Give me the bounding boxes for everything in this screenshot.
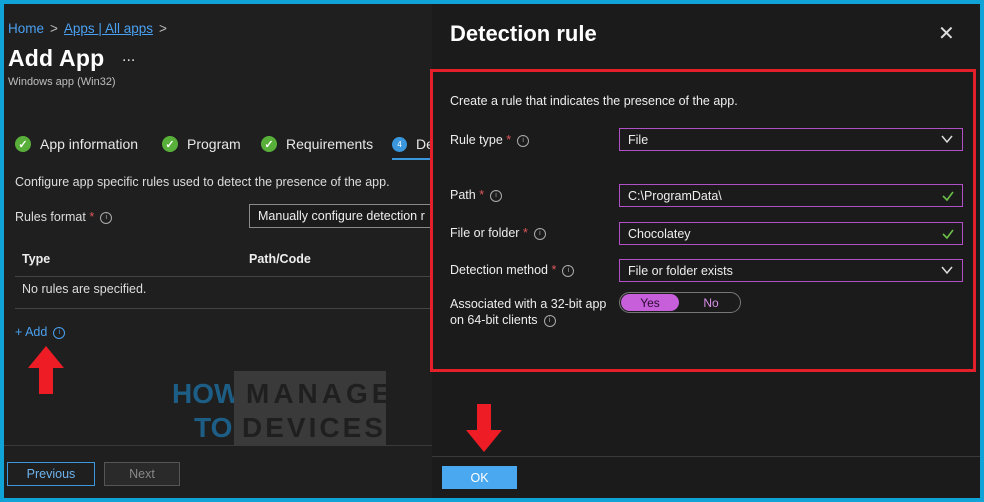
breadcrumb: Home > Apps | All apps > — [8, 21, 173, 36]
add-app-page: Home > Apps | All apps > Add App ... Window… — [4, 4, 449, 498]
section-description: Configure app specific rules used to det… — [15, 175, 390, 189]
required-marker: * — [89, 210, 95, 224]
associated-32bit-label: Associated with a 32-bit app on 64-bit c… — [450, 296, 606, 328]
table-bottom-divider — [15, 308, 432, 309]
path-label-text: Path — [450, 188, 476, 202]
rules-format-label: Rules format * i — [15, 210, 113, 224]
required-marker: * — [506, 133, 512, 147]
more-options-icon[interactable]: ... — [122, 48, 135, 66]
empty-table-message: No rules are specified. — [22, 282, 147, 296]
next-button[interactable]: Next — [104, 462, 180, 486]
detection-rule-panel: Detection rule ✕ Create a rule that indi… — [430, 4, 980, 498]
breadcrumb-separator: > — [158, 21, 167, 36]
breadcrumb-separator: > — [50, 21, 58, 36]
panel-intro: Create a rule that indicates the presenc… — [450, 94, 738, 108]
footer-divider — [4, 445, 432, 446]
file-or-folder-label: File or folder * i — [450, 225, 546, 241]
close-icon[interactable]: ✕ — [938, 24, 955, 44]
logo-manage: MANAGE — [246, 378, 386, 409]
add-rule-label: + Add — [15, 325, 48, 339]
info-icon[interactable]: i — [53, 326, 66, 339]
column-header-path-code: Path/Code — [249, 252, 311, 266]
file-or-folder-label-text: File or folder — [450, 226, 520, 240]
info-icon[interactable]: i — [543, 314, 556, 327]
rule-type-value: File — [628, 133, 649, 147]
step-label: Program — [187, 136, 241, 152]
add-rule-link[interactable]: + Add i — [15, 325, 66, 339]
ok-button[interactable]: OK — [442, 466, 517, 489]
toggle-no-option[interactable]: No — [682, 294, 740, 311]
detection-method-value: File or folder exists — [628, 264, 733, 278]
how-to-manage-devices-logo: HOW TO MANAGE DEVICES — [172, 371, 386, 445]
step-label: Requirements — [286, 136, 374, 152]
chevron-down-icon — [941, 266, 953, 275]
detection-method-select[interactable]: File or folder exists — [619, 259, 963, 282]
step-number-badge: 4 — [392, 136, 407, 152]
logo-how: HOW — [172, 378, 241, 409]
breadcrumb-apps[interactable]: Apps | All apps — [64, 21, 153, 36]
associated-32bit-label-line1: Associated with a 32-bit app — [450, 297, 607, 311]
required-marker: * — [479, 188, 485, 202]
toggle-yes-option[interactable]: Yes — [621, 294, 679, 311]
info-icon[interactable]: i — [100, 211, 113, 224]
step-program[interactable]: ✓ Program — [162, 134, 241, 154]
logo-to: TO — [194, 412, 232, 443]
panel-title: Detection rule — [450, 21, 597, 46]
check-circle-icon: ✓ — [162, 136, 178, 152]
breadcrumb-home[interactable]: Home — [8, 21, 44, 36]
detection-method-label-text: Detection method — [450, 263, 548, 277]
panel-footer-divider — [432, 456, 980, 457]
current-step-indicator — [392, 158, 432, 160]
screenshot-frame: Home > Apps | All apps > Add App ... Window… — [4, 4, 980, 498]
file-or-folder-input[interactable]: Chocolatey — [619, 222, 963, 245]
detection-method-label: Detection method * i — [450, 262, 575, 278]
logo-devices: DEVICES — [242, 412, 386, 443]
check-circle-icon: ✓ — [15, 136, 31, 152]
checkmark-icon — [942, 191, 954, 202]
step-label: App information — [40, 136, 139, 152]
associated-32bit-label-line2: on 64-bit clients — [450, 313, 538, 327]
path-label: Path * i — [450, 187, 503, 203]
step-requirements[interactable]: ✓ Requirements — [261, 134, 373, 154]
rule-type-label-text: Rule type — [450, 133, 503, 147]
rule-type-select[interactable]: File — [619, 128, 963, 151]
check-circle-icon: ✓ — [261, 136, 277, 152]
rule-type-label: Rule type * i — [450, 132, 530, 148]
page-title: Add App — [8, 45, 105, 71]
info-icon[interactable]: i — [562, 264, 575, 277]
previous-button[interactable]: Previous — [7, 462, 95, 486]
arrow-down-icon — [466, 404, 502, 452]
rules-format-select[interactable]: Manually configure detection r — [249, 204, 449, 228]
step-app-information[interactable]: ✓ App information — [15, 134, 138, 154]
arrow-up-icon — [28, 346, 64, 394]
path-input[interactable]: C:\ProgramData\ — [619, 184, 963, 207]
table-header-divider — [15, 276, 432, 277]
step-detection-rules[interactable]: 4 De — [392, 134, 434, 154]
required-marker: * — [522, 226, 528, 240]
page-subtitle: Windows app (Win32) — [8, 76, 116, 88]
info-icon[interactable]: i — [490, 189, 503, 202]
required-marker: * — [551, 263, 557, 277]
path-value: C:\ProgramData\ — [628, 189, 722, 203]
info-icon[interactable]: i — [517, 134, 530, 147]
file-or-folder-value: Chocolatey — [628, 227, 691, 241]
info-icon[interactable]: i — [533, 227, 546, 240]
rules-format-label-text: Rules format — [15, 210, 86, 224]
column-header-type: Type — [22, 252, 51, 266]
associated-32bit-toggle[interactable]: Yes No — [619, 292, 741, 313]
chevron-down-icon — [941, 135, 953, 144]
checkmark-icon — [942, 229, 954, 240]
